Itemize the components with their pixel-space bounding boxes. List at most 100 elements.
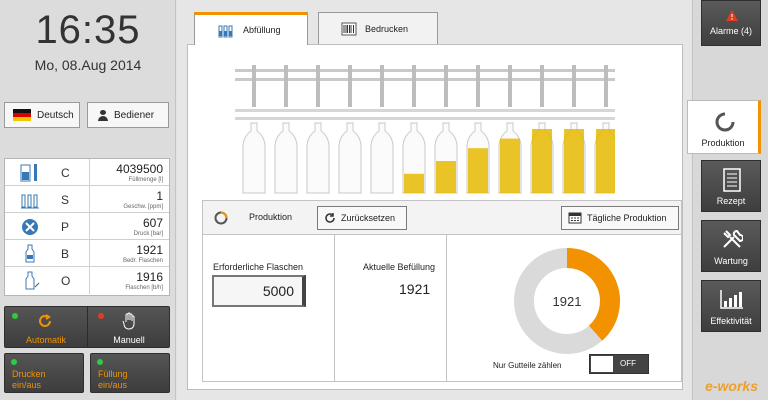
filling-nozzle <box>380 65 384 107</box>
manual-label: Manuell <box>113 335 145 345</box>
stat-value: 607 <box>142 216 163 230</box>
hand-icon <box>122 312 135 330</box>
stat-unit: Druck [bar] <box>133 231 163 237</box>
production-title: Produktion <box>249 212 293 222</box>
stat-divider <box>89 267 90 294</box>
stat-unit: Bedr. Flaschen <box>122 258 163 264</box>
stat-unit: Geschw. [ppm] <box>123 204 163 210</box>
bottle <box>306 122 330 194</box>
filling-content: Produktion Zurücksetzen Tägliche Produkt… <box>187 44 683 390</box>
print-toggle-label: Drucken ein/aus <box>12 369 46 390</box>
production-icon <box>715 112 735 132</box>
donut-value: 1921 <box>553 294 582 309</box>
daily-production-label: Tägliche Produktion <box>587 213 667 223</box>
right-nav: Alarme (4) Produktion Rezept Wartung Eff… <box>687 0 768 400</box>
bottle-fill <box>596 129 615 193</box>
tab-printing[interactable]: Bedrucken <box>318 12 438 44</box>
stat-letter: S <box>61 193 70 207</box>
watermark: e-works <box>705 378 758 394</box>
filling-nozzle <box>316 65 320 107</box>
required-input[interactable]: 5000 <box>212 275 306 307</box>
fill-toggle-button[interactable]: Füllung ein/aus <box>90 353 170 393</box>
filling-nozzle <box>540 65 544 107</box>
filling-nozzle <box>412 65 416 107</box>
bottle <box>242 122 266 194</box>
user-button[interactable]: Bediener <box>87 102 169 128</box>
left-panel: 16:35 Mo, 08.Aug 2014 Deutsch Bediener C… <box>0 0 176 400</box>
count-good-toggle[interactable]: OFF <box>589 354 649 374</box>
stat-value: 1 <box>156 189 163 203</box>
bottle-output-icon <box>25 271 40 290</box>
fill-level-icon <box>20 164 37 182</box>
nav-production-label: Produktion <box>701 138 745 148</box>
bottle-fill <box>468 148 488 193</box>
current-label: Aktuelle Befüllung <box>363 262 436 272</box>
production-donut: 1921 <box>514 248 620 354</box>
bottle-fill <box>564 129 584 193</box>
stat-value: 1916 <box>136 270 163 284</box>
rail-bottom <box>235 117 615 120</box>
alarms-label: Alarme (4) <box>709 26 752 36</box>
stat-letter: P <box>61 220 70 234</box>
automatic-button[interactable]: Automatik <box>5 307 87 347</box>
stat-row-pressure: P 607 Druck [bar] <box>5 213 169 240</box>
required-label: Erforderliche Flaschen <box>213 262 304 272</box>
nav-recipe[interactable]: Rezept <box>701 160 761 212</box>
stat-row-fill: C 4039500 Füllmenge [l] <box>5 159 169 186</box>
filling-nozzle <box>508 65 512 107</box>
production-header: Produktion Zurücksetzen Tägliche Produkt… <box>203 201 681 235</box>
manual-button[interactable]: Manuell <box>88 307 170 347</box>
filling-nozzle <box>252 65 256 107</box>
mode-switch: Automatik Manuell <box>4 306 170 348</box>
rail-top <box>235 69 615 72</box>
tab-filling[interactable]: Abfüllung <box>194 12 308 45</box>
bottles-speed-icon <box>21 194 39 209</box>
stat-divider <box>89 186 90 213</box>
daily-production-button[interactable]: Tägliche Produktion <box>561 206 679 230</box>
panel-divider <box>334 235 335 381</box>
cycle-icon <box>39 314 51 327</box>
reset-button[interactable]: Zurücksetzen <box>317 206 407 230</box>
stat-row-output: O 1916 Flaschen [b/h] <box>5 267 169 294</box>
bottle-fill <box>500 138 520 193</box>
stat-letter: C <box>61 166 70 180</box>
germany-flag-icon <box>13 109 31 121</box>
nav-effectiveness[interactable]: Effektivität <box>701 280 761 332</box>
nav-production[interactable]: Produktion <box>687 100 761 154</box>
bottle <box>274 122 298 194</box>
filling-nozzle <box>604 65 608 107</box>
stat-row-speed: S 1 Geschw. [ppm] <box>5 186 169 213</box>
bottle <box>338 122 362 194</box>
clock-time: 16:35 <box>35 8 141 52</box>
print-toggle-button[interactable]: Drucken ein/aus <box>4 353 84 393</box>
bottles-group <box>242 65 615 194</box>
production-cycle-icon <box>214 211 228 225</box>
stats-table: C 4039500 Füllmenge [l] S 1 Geschw. [ppm… <box>4 158 170 296</box>
filling-nozzle <box>348 65 352 107</box>
required-value: 5000 <box>262 283 294 299</box>
pressure-icon <box>22 219 38 235</box>
nav-maintenance-label: Wartung <box>714 256 748 266</box>
filling-nozzle <box>476 65 480 107</box>
toggle-knob <box>591 356 613 372</box>
panel-divider <box>446 235 447 381</box>
stat-row-printed: B 1921 Bedr. Flaschen <box>5 240 169 267</box>
tab-printing-label: Bedrucken <box>365 23 409 34</box>
bottle-line-graphic <box>235 65 615 194</box>
toggle-state: OFF <box>620 359 636 368</box>
current-value: 1921 <box>399 281 431 297</box>
manual-led <box>98 313 104 319</box>
print-led <box>11 359 17 365</box>
maintenance-icon <box>723 230 743 248</box>
nav-maintenance[interactable]: Wartung <box>701 220 761 272</box>
count-good-label: Nur Gutteile zählen <box>493 361 562 370</box>
production-panel: Produktion Zurücksetzen Tägliche Produkt… <box>202 200 682 382</box>
filling-nozzle <box>572 65 576 107</box>
recipe-icon <box>723 168 741 192</box>
language-button[interactable]: Deutsch <box>4 102 80 128</box>
effectiveness-icon <box>720 290 743 309</box>
nav-effectiveness-label: Effektivität <box>710 316 752 326</box>
alarms-button[interactable]: Alarme (4) <box>701 0 761 46</box>
stat-divider <box>89 159 90 186</box>
stat-unit: Flaschen [b/h] <box>125 285 163 291</box>
